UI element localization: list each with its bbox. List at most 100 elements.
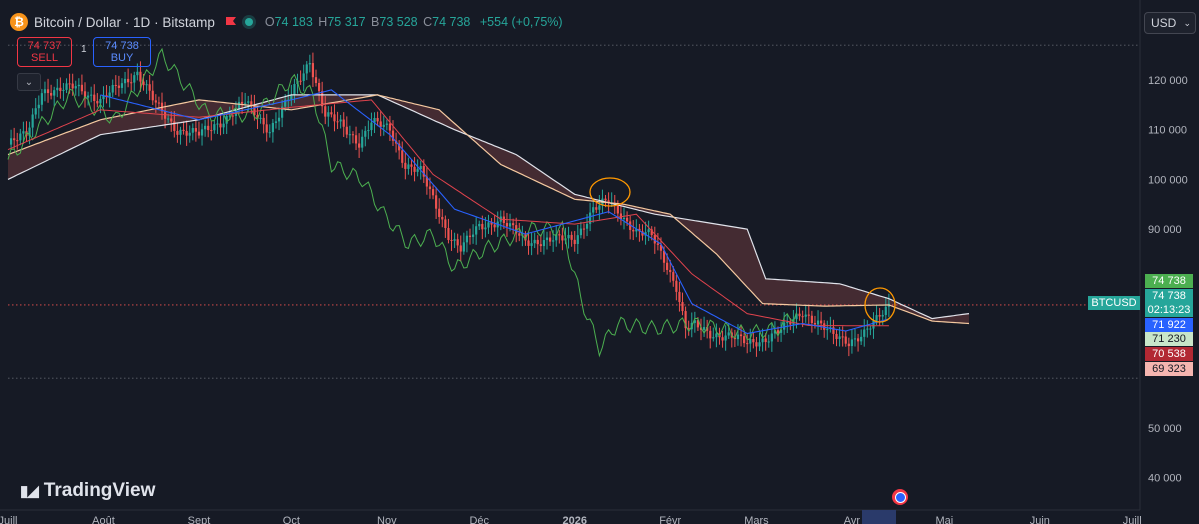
candle-body: [462, 242, 465, 252]
candle-body: [62, 89, 65, 91]
x-tick-label: Avr: [844, 515, 861, 524]
spread-value: 1: [81, 44, 87, 55]
y-tick-label: 110 000: [1148, 125, 1187, 137]
x-tick-label: Déc: [469, 515, 489, 524]
candle-body: [709, 330, 712, 339]
candle-body: [145, 84, 148, 86]
candle-body: [672, 272, 675, 281]
candle-body: [376, 117, 379, 122]
candle-body: [536, 239, 539, 245]
tradingview-icon: ▮◢: [20, 483, 39, 500]
candle-body: [348, 134, 351, 136]
candle-body: [65, 83, 68, 90]
candle-body: [450, 240, 453, 242]
candle-body: [810, 315, 813, 324]
x-tick-label: Sept: [188, 515, 211, 524]
candle-body: [527, 240, 530, 246]
candle-body: [459, 245, 462, 252]
candle-body: [194, 128, 197, 132]
candle-body: [632, 229, 635, 232]
currency-select[interactable]: USD ⌄: [1144, 12, 1196, 34]
candle-body: [43, 89, 47, 94]
candle-body: [179, 129, 182, 135]
interval[interactable]: 1D: [133, 15, 150, 30]
x-tick-label: Juill: [0, 515, 17, 524]
flag-icon[interactable]: [225, 16, 237, 28]
chevron-down-icon: ⌄: [1183, 17, 1191, 28]
candle-body: [669, 269, 672, 273]
candle-body: [869, 328, 872, 330]
candle-body: [34, 108, 37, 115]
candle-body: [56, 87, 59, 91]
buy-button[interactable]: 74 738 BUY: [93, 37, 151, 67]
candle-body: [231, 115, 234, 117]
candle-body: [438, 208, 441, 217]
symbol-name[interactable]: Bitcoin / Dollar: [34, 15, 121, 30]
candle-body: [262, 117, 265, 125]
candle-body: [22, 131, 25, 134]
candle-body: [866, 328, 869, 330]
candle-body: [739, 334, 743, 337]
candle-body: [210, 130, 213, 132]
collapse-chevron-icon[interactable]: ⌄: [17, 73, 41, 91]
candle-body: [370, 122, 373, 131]
candle-body: [299, 80, 302, 82]
candle-body: [736, 334, 740, 340]
candle-body: [576, 235, 579, 245]
x-tick-label: Nov: [377, 515, 397, 524]
candle-body: [715, 333, 718, 338]
candle-body: [702, 327, 706, 330]
candle-body: [820, 320, 823, 324]
buy-price: 74 738: [105, 40, 139, 52]
candle-body: [19, 133, 22, 141]
candle-body: [758, 342, 761, 347]
candle-body: [764, 338, 767, 343]
candle-body: [872, 320, 875, 329]
candle-body: [561, 235, 564, 241]
candle-body: [579, 228, 582, 236]
x-tick-label: Mai: [935, 515, 953, 524]
candle-body: [533, 239, 536, 244]
candle-body: [410, 164, 413, 167]
lagging-span-line: [7, 47, 797, 358]
candle-body: [428, 186, 432, 190]
candle-body: [573, 239, 576, 245]
candle-body: [761, 338, 764, 343]
economic-event-icon[interactable]: [892, 489, 908, 505]
candle-body: [259, 117, 262, 119]
sell-button[interactable]: 74 737 SELL: [17, 37, 72, 67]
candle-body: [595, 207, 598, 210]
candle-body: [247, 101, 250, 103]
bitcoin-icon: ₿: [10, 13, 28, 31]
candle-body: [96, 101, 99, 104]
candle-body: [151, 90, 154, 101]
candle-body: [567, 234, 570, 239]
last-price-symbol-label: BTCUSD: [1088, 296, 1140, 310]
candle-body: [807, 314, 810, 316]
candle-body: [86, 95, 90, 98]
candle-body: [530, 243, 533, 246]
candle-body: [570, 234, 573, 240]
candle-body: [471, 234, 475, 237]
candle-body: [542, 240, 546, 247]
candle-body: [875, 315, 878, 321]
candle-body: [222, 123, 225, 128]
candle-body: [755, 342, 758, 347]
candle-body: [240, 101, 244, 104]
candle-body: [826, 329, 829, 331]
candle-body: [749, 339, 752, 344]
candle-body: [804, 314, 807, 317]
price-tag: 74 738: [1145, 274, 1193, 289]
candle-body: [77, 84, 80, 87]
y-tick-label: 120 000: [1148, 75, 1188, 87]
candle-body: [53, 90, 56, 96]
candle-body: [200, 129, 204, 136]
candle-body: [388, 123, 392, 131]
candle-body: [746, 343, 749, 345]
candle-body: [783, 322, 786, 330]
price-chart[interactable]: 120 000110 000100 00090 00080 00050 0004…: [0, 0, 1199, 524]
candle-body: [154, 100, 157, 103]
ichimoku-cloud: [8, 94, 969, 324]
candle-body: [111, 84, 114, 93]
candle-body: [317, 82, 321, 92]
